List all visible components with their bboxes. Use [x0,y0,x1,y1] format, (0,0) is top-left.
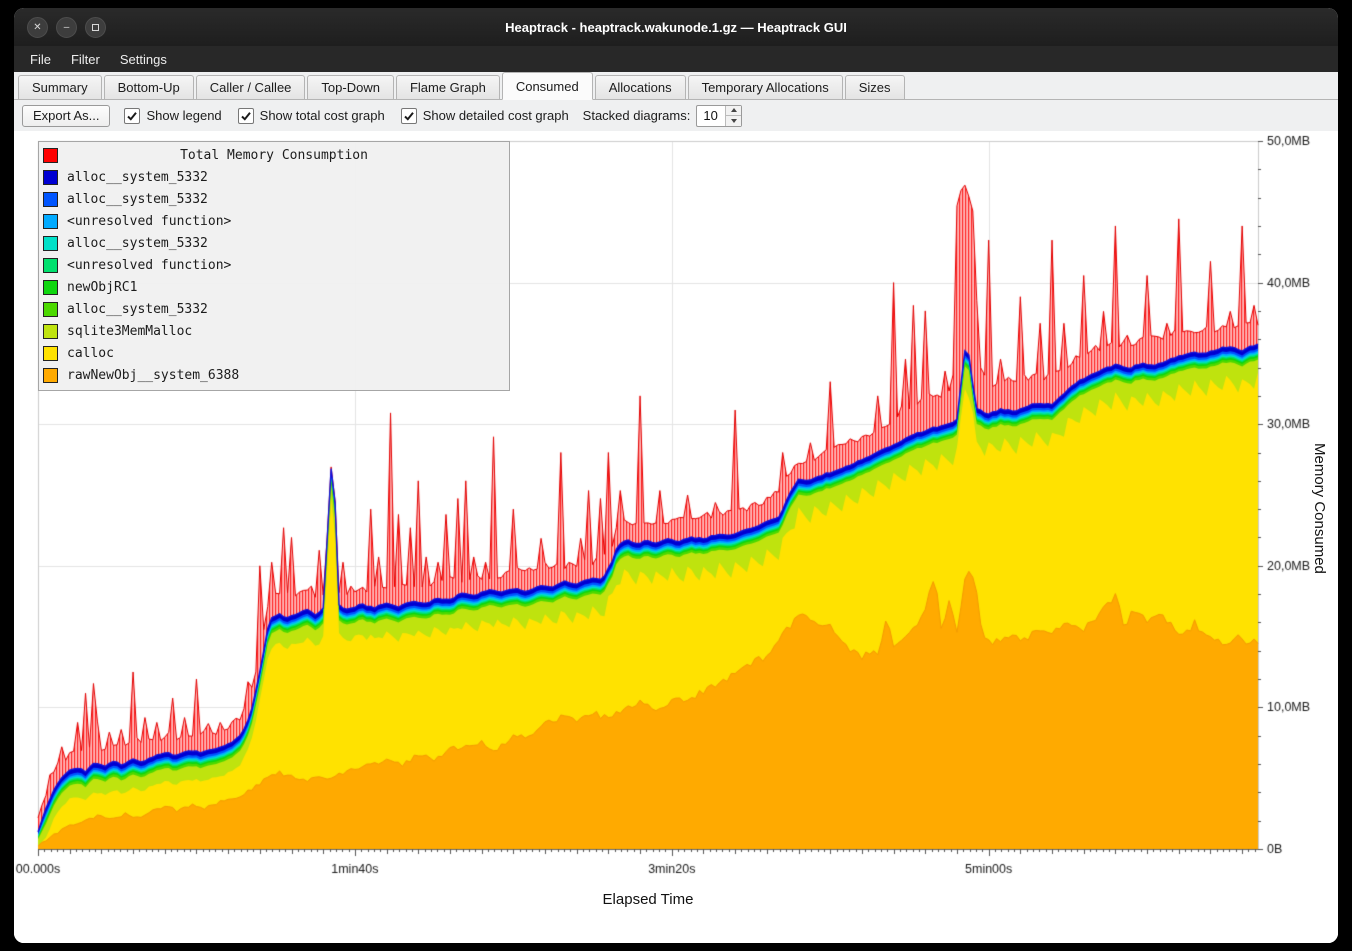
legend-item: <unresolved function> [43,254,505,276]
legend-label: alloc__system_5332 [67,302,208,317]
legend-swatch [43,170,58,185]
checkbox-label: Show detailed cost graph [423,108,569,123]
legend-swatch [43,192,58,207]
legend-label: rawNewObj__system_6388 [67,368,239,383]
legend-swatch [43,346,58,361]
legend-swatch [43,302,58,317]
legend-swatch [43,324,58,339]
checkbox-label: Show legend [146,108,221,123]
y-axis-title: Memory Consumed [1311,443,1328,574]
legend-swatch [43,368,58,383]
legend-label: alloc__system_5332 [67,170,208,185]
checkbox-show-legend[interactable]: Show legend [124,108,221,124]
export-as-button[interactable]: Export As... [22,105,110,127]
stacked-diagrams-value[interactable]: 10 [697,106,725,126]
stacked-diagrams-down-button[interactable] [726,115,741,126]
legend-label: <unresolved function> [67,214,231,229]
legend-swatch [43,280,58,295]
stacked-diagrams-up-button[interactable] [726,106,741,116]
tab-bar: SummaryBottom-UpCaller / CalleeTop-DownF… [14,72,1338,100]
minimize-button[interactable]: – [56,17,77,38]
checkbox-show-detailed-cost-graph[interactable]: Show detailed cost graph [401,108,569,124]
legend-label: <unresolved function> [67,258,231,273]
legend-swatch [43,214,58,229]
legend-title-row: Total Memory Consumption [43,144,505,166]
legend-item: sqlite3MemMalloc [43,320,505,342]
legend-label: alloc__system_5332 [67,236,208,251]
legend-item: alloc__system_5332 [43,298,505,320]
checkbox-box[interactable] [124,108,140,124]
menu-bar: FileFilterSettings [14,46,1338,72]
checkbox-group: Show legend Show total cost graph Show det… [124,108,568,124]
minimize-icon: – [64,22,70,33]
spin-buttons [725,106,741,126]
heaptrack-window: ✕ – Heaptrack - heaptrack.wakunode.1.gz … [14,8,1338,943]
legend-label: calloc [67,346,114,361]
tab-temporary-allocations[interactable]: Temporary Allocations [688,75,843,99]
maximize-button[interactable] [85,17,106,38]
stacked-diagrams-label: Stacked diagrams: [583,108,691,123]
menu-item-settings[interactable]: Settings [110,49,177,70]
maximize-icon [92,24,99,31]
tab-consumed[interactable]: Consumed [502,72,593,100]
stacked-diagrams-spinbox[interactable]: 10 [696,105,742,127]
legend-swatch [43,258,58,273]
chart-toolbar: Export As... Show legend Show total cost … [14,100,1338,131]
legend-item: alloc__system_5332 [43,166,505,188]
close-button[interactable]: ✕ [27,17,48,38]
tab-top-down[interactable]: Top-Down [307,75,394,99]
legend-label: newObjRC1 [67,280,137,295]
checkbox-show-total-cost-graph[interactable]: Show total cost graph [238,108,385,124]
legend-chart-title: Total Memory Consumption [43,148,505,163]
legend-item: calloc [43,342,505,364]
tab-sizes[interactable]: Sizes [845,75,905,99]
menu-item-filter[interactable]: Filter [61,49,110,70]
legend-label: sqlite3MemMalloc [67,324,192,339]
legend-item: alloc__system_5332 [43,232,505,254]
legend-item: alloc__system_5332 [43,188,505,210]
menu-item-file[interactable]: File [20,49,61,70]
checkbox-box[interactable] [238,108,254,124]
checkbox-label: Show total cost graph [260,108,385,123]
legend-swatch [43,236,58,251]
x-axis-title: Elapsed Time [603,891,694,908]
tab-caller-callee[interactable]: Caller / Callee [196,75,306,99]
window-title: Heaptrack - heaptrack.wakunode.1.gz — He… [505,20,847,35]
legend-item: <unresolved function> [43,210,505,232]
checkbox-box[interactable] [401,108,417,124]
window-titlebar[interactable]: ✕ – Heaptrack - heaptrack.wakunode.1.gz … [14,8,1338,46]
chart-legend: Total Memory Consumption alloc__system_53… [38,141,510,391]
window-controls: ✕ – [27,8,106,46]
legend-item: newObjRC1 [43,276,505,298]
spin-up-icon [731,108,737,112]
spin-down-icon [731,119,737,123]
close-icon: ✕ [33,22,41,33]
tab-allocations[interactable]: Allocations [595,75,686,99]
tab-bottom-up[interactable]: Bottom-Up [104,75,194,99]
chart-area: Total Memory Consumption alloc__system_53… [14,131,1338,943]
tab-flame-graph[interactable]: Flame Graph [396,75,500,99]
legend-label: alloc__system_5332 [67,192,208,207]
legend-item: rawNewObj__system_6388 [43,364,505,386]
tab-summary[interactable]: Summary [18,75,102,99]
